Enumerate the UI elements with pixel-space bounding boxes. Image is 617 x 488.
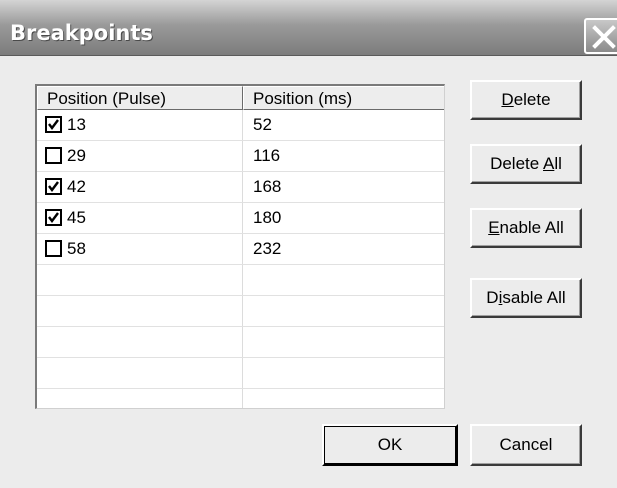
delete-all-label-post: ll [554, 154, 562, 173]
enable-checkbox[interactable] [45, 209, 62, 226]
enable-all-label-post: nable All [499, 218, 564, 237]
title-bar: Breakpoints [0, 0, 617, 56]
enable-checkbox[interactable] [45, 178, 62, 195]
close-icon [592, 25, 616, 49]
enable-all-button[interactable]: Enable All [470, 208, 582, 248]
disable-all-label-pre: D [486, 288, 499, 307]
ok-button[interactable]: OK [322, 424, 458, 466]
delete-button[interactable]: Delete [470, 80, 582, 120]
enable-checkbox[interactable] [45, 147, 62, 164]
enable-checkbox[interactable] [45, 116, 62, 133]
checkmark-icon [48, 212, 59, 223]
pulse-cell: 13 [67, 115, 86, 134]
pulse-cell: 42 [67, 177, 86, 196]
column-header-pulse[interactable]: Position (Pulse) [37, 86, 243, 110]
checkmark-icon [48, 181, 59, 192]
empty-row [37, 389, 444, 408]
list-header: Position (Pulse) Position (ms) [37, 86, 444, 110]
disable-all-label-post: sable All [502, 288, 566, 307]
ms-cell: 52 [253, 115, 272, 134]
delete-all-label-pre: Delete [490, 154, 544, 173]
column-header-ms[interactable]: Position (ms) [243, 86, 444, 110]
pulse-cell: 29 [67, 146, 86, 165]
window-title: Breakpoints [10, 21, 153, 45]
delete-label-post: elete [513, 90, 551, 109]
table-row[interactable]: 29 116 [37, 141, 444, 172]
checkmark-icon [48, 119, 59, 130]
enable-checkbox[interactable] [45, 240, 62, 257]
empty-row [37, 327, 444, 358]
ms-cell: 232 [253, 239, 282, 258]
disable-all-button[interactable]: Disable All [470, 278, 582, 318]
pulse-cell: 45 [67, 208, 86, 227]
table-row[interactable]: 45 180 [37, 203, 444, 234]
table-row[interactable]: 42 168 [37, 172, 444, 203]
enable-all-mnemonic: E [488, 218, 500, 237]
ms-cell: 180 [253, 208, 282, 227]
empty-row [37, 296, 444, 327]
table-row[interactable]: 13 52 [37, 110, 444, 141]
delete-mnemonic: D [501, 90, 514, 109]
empty-row [37, 358, 444, 389]
cancel-button[interactable]: Cancel [470, 424, 582, 466]
delete-all-mnemonic: A [543, 154, 555, 173]
pulse-cell: 58 [67, 239, 86, 258]
delete-all-button[interactable]: Delete All [470, 144, 582, 184]
breakpoint-list[interactable]: Position (Pulse) Position (ms) 13 52 29 … [35, 84, 445, 409]
ms-cell: 116 [253, 146, 281, 165]
close-button[interactable] [584, 18, 617, 54]
empty-row [37, 265, 444, 296]
table-row[interactable]: 58 232 [37, 234, 444, 265]
ms-cell: 168 [253, 177, 282, 196]
